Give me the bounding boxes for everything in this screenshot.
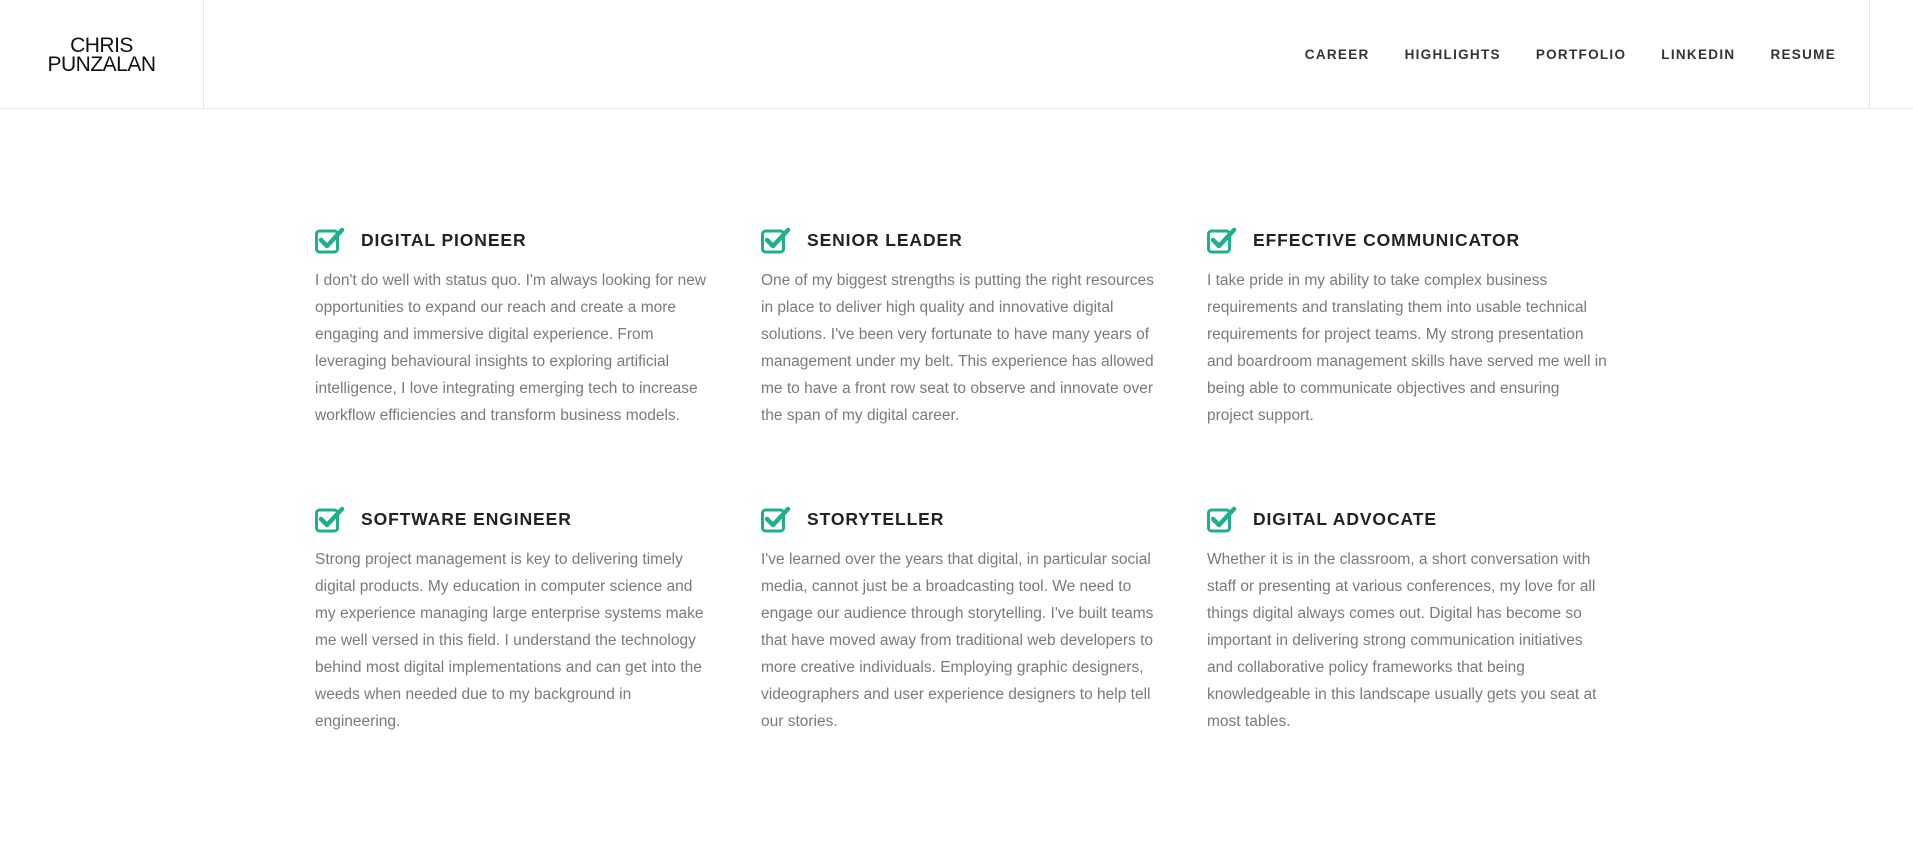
nav-career-link[interactable]: CAREER [1305,47,1370,62]
checkbox-checked-icon [761,506,791,533]
highlight-card-effective-communicator: EFFECTIVE COMMUNICATOR I take pride in m… [1207,226,1607,429]
card-title: DIGITAL ADVOCATE [1253,508,1437,529]
nav-resume-link[interactable]: RESUME [1770,47,1836,62]
checkbox-checked-icon [315,506,345,533]
checkbox-checked-icon [1207,227,1237,254]
card-description: I've learned over the years that digital… [761,551,1154,730]
highlight-card-senior-leader: SENIOR LEADER One of my biggest strength… [761,226,1207,429]
nav-portfolio-link[interactable]: PORTFOLIO [1536,47,1626,62]
main-nav: CAREER HIGHLIGHTS PORTFOLIO LINKEDIN RES… [1305,0,1836,109]
card-title: DIGITAL PIONEER [361,229,527,250]
checkbox-checked-icon [761,227,791,254]
highlight-card-software-engineer: SOFTWARE ENGINEER Strong project managem… [315,505,761,735]
card-title-row: SOFTWARE ENGINEER [315,505,761,533]
nav-linkedin-link[interactable]: LINKEDIN [1661,47,1735,62]
highlight-card-digital-pioneer: DIGITAL PIONEER I don't do well with sta… [315,226,761,429]
logo-line-2: PUNZALAN [47,52,156,76]
card-title-row: EFFECTIVE COMMUNICATOR [1207,226,1605,254]
card-title-row: DIGITAL ADVOCATE [1207,505,1605,533]
card-description: I don't do well with status quo. I'm alw… [315,272,707,424]
highlight-card-digital-advocate: DIGITAL ADVOCATE Whether it is in the cl… [1207,505,1605,735]
logo-line-1: CHRIS [70,33,133,57]
logo-container: CHRIS PUNZALAN [0,0,204,109]
card-title: STORYTELLER [807,508,945,529]
card-description: Whether it is in the classroom, a short … [1207,551,1597,730]
site-header: CHRIS PUNZALAN CAREER HIGHLIGHTS PORTFOL… [0,0,1913,109]
card-title: EFFECTIVE COMMUNICATOR [1253,229,1521,250]
header-right-divider [1869,0,1870,109]
highlight-card-storyteller: STORYTELLER I've learned over the years … [761,505,1207,735]
card-title-row: DIGITAL PIONEER [315,226,761,254]
card-description: I take pride in my ability to take compl… [1207,272,1607,424]
card-description: Strong project management is key to deli… [315,551,704,730]
site-logo[interactable]: CHRIS PUNZALAN [47,33,156,76]
card-title-row: SENIOR LEADER [761,226,1207,254]
highlights-grid: DIGITAL PIONEER I don't do well with sta… [315,226,1607,735]
card-title: SENIOR LEADER [807,229,963,250]
card-title: SOFTWARE ENGINEER [361,508,572,529]
checkbox-checked-icon [315,227,345,254]
card-title-row: STORYTELLER [761,505,1207,533]
checkbox-checked-icon [1207,506,1237,533]
nav-highlights-link[interactable]: HIGHLIGHTS [1405,47,1501,62]
card-description: One of my biggest strengths is putting t… [761,272,1154,424]
